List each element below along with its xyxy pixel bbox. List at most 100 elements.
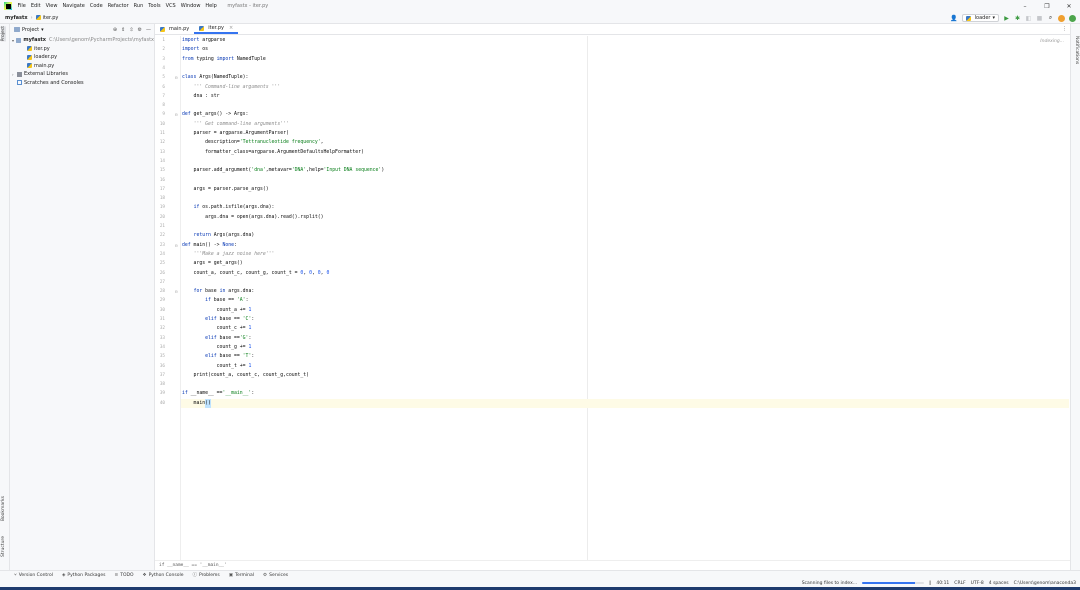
- menu-tools[interactable]: Tools: [146, 3, 163, 9]
- line-number: 1: [162, 38, 165, 43]
- indent-setting[interactable]: 4 spaces: [989, 581, 1009, 586]
- code-line: args.dna = open(args.dna).read().rsplit(…: [182, 214, 324, 220]
- code-breadcrumb[interactable]: if __name__ == '__main__': [155, 560, 1070, 570]
- tool-tab-project[interactable]: Project: [1, 26, 6, 42]
- line-separator[interactable]: CRLF: [954, 581, 965, 586]
- restore-button[interactable]: ❐: [1036, 0, 1058, 12]
- line-number: 11: [159, 131, 165, 136]
- breadcrumb-project[interactable]: myfastx: [5, 15, 28, 21]
- menu-vcs[interactable]: VCS: [163, 3, 178, 9]
- tool-services[interactable]: ⚙ Services: [263, 573, 288, 578]
- tree-item-scratches[interactable]: Scratches and Consoles: [10, 79, 154, 88]
- tree-item-iter[interactable]: iter.py: [10, 45, 154, 54]
- python-file-icon: [27, 63, 32, 69]
- run-icon[interactable]: ▶: [1003, 15, 1010, 22]
- tree-root[interactable]: ▾ myfastx C:\Users\genom\PycharmProjects…: [10, 36, 154, 45]
- menu-run[interactable]: Run: [131, 3, 146, 9]
- fold-marker-icon[interactable]: ⊟: [175, 112, 177, 117]
- collapse-all-icon[interactable]: ⇕: [121, 27, 125, 33]
- tool-todo[interactable]: ≡ TODO: [114, 573, 133, 578]
- coverage-icon[interactable]: ◧: [1025, 15, 1032, 22]
- code-line: count_a, count_c, count_g, count_t = 0, …: [182, 270, 330, 276]
- menu-code[interactable]: Code: [87, 3, 105, 9]
- code-line: ''' Get command-line arguments''': [193, 121, 289, 127]
- locate-icon[interactable]: ⊕: [113, 27, 117, 33]
- tool-version-control[interactable]: ⑂ Version Control: [14, 572, 53, 579]
- gear-icon[interactable]: ⚙: [138, 27, 142, 33]
- python-file-icon: [160, 26, 165, 32]
- menu-edit[interactable]: Edit: [28, 3, 43, 9]
- python-file-icon: [199, 25, 205, 31]
- tab-main-py[interactable]: main.py: [155, 24, 194, 34]
- line-number: 22: [159, 233, 165, 239]
- tab-iter-py[interactable]: iter.py ×: [194, 24, 239, 34]
- close-window-button[interactable]: ✕: [1058, 0, 1080, 12]
- pycharm-logo-icon: [4, 2, 12, 10]
- more-options-icon[interactable]: ⋮: [1062, 26, 1067, 32]
- line-number: 18: [159, 196, 165, 202]
- tool-terminal[interactable]: ▣ Terminal: [229, 573, 254, 578]
- tool-tab-bookmarks[interactable]: Bookmarks: [1, 496, 6, 521]
- line-gutter: 1 2 3 4 5 ⊟ 6 7 8 9 ⊟ 10 11 12 13 14 15 16 17 18 19 20 21 22 23 ⊟…: [155, 36, 181, 560]
- line-number: 13: [159, 149, 165, 155]
- code-line: description='Tettranucleotide frequency'…: [182, 140, 324, 146]
- project-tree: ▾ myfastx C:\Users\genom\PycharmProjects…: [10, 35, 154, 87]
- code-line: if base == 'A':: [205, 298, 249, 304]
- tree-item-label: External Libraries: [24, 71, 68, 78]
- account-avatar[interactable]: [1058, 14, 1065, 22]
- code-line: elif base == 'C':: [205, 317, 255, 322]
- menu-bar: File Edit View Navigate Code Refactor Ru…: [0, 0, 1080, 12]
- code-line: formatter_class=argparse.ArgumentDefault…: [182, 149, 364, 155]
- tool-problems[interactable]: ⓘ Problems: [192, 572, 220, 579]
- menu-refactor[interactable]: Refactor: [105, 3, 131, 9]
- project-panel-title[interactable]: Project: [22, 27, 39, 33]
- file-encoding[interactable]: UTF-8: [971, 581, 984, 586]
- line-number: 4: [162, 65, 165, 71]
- tool-python-packages[interactable]: ◈ Python Packages: [62, 573, 106, 578]
- problems-icon: ⓘ: [192, 573, 198, 578]
- tool-label: Problems: [199, 572, 220, 578]
- line-number: 7: [162, 93, 165, 99]
- tool-python-console[interactable]: ❖ Python Console: [143, 573, 184, 578]
- tool-tab-structure[interactable]: Structure: [1, 536, 6, 557]
- user-icon[interactable]: 👤: [950, 15, 957, 22]
- tree-item-main[interactable]: main.py: [10, 62, 154, 71]
- caret-position[interactable]: 40:11: [936, 581, 949, 586]
- code-line: import argparse: [182, 38, 226, 43]
- search-icon[interactable]: ⌕: [1047, 14, 1054, 22]
- line-number: 8: [162, 103, 165, 109]
- code-line: args = parser.parse_args(): [182, 186, 269, 192]
- fold-marker-icon[interactable]: ⊟: [175, 289, 177, 294]
- tree-item-external-libraries[interactable]: › External Libraries: [10, 70, 154, 79]
- window-controls: – ❐ ✕: [1014, 0, 1080, 12]
- chevron-down-icon[interactable]: ▾: [41, 27, 44, 33]
- menu-navigate[interactable]: Navigate: [60, 3, 87, 9]
- left-tool-strip: Project Bookmarks Structure: [0, 24, 10, 570]
- stop-icon[interactable]: ■: [1036, 15, 1043, 22]
- pause-icon[interactable]: ‖: [929, 581, 931, 586]
- menu-window[interactable]: Window: [178, 3, 203, 9]
- debug-icon[interactable]: ✱: [1014, 15, 1021, 22]
- fold-marker-icon[interactable]: ⊟: [175, 75, 177, 80]
- update-icon[interactable]: [1069, 14, 1076, 22]
- fold-marker-icon[interactable]: ⊟: [175, 243, 177, 248]
- run-config-selector[interactable]: loader ▾: [961, 14, 999, 22]
- tool-tab-notifications[interactable]: Notifications: [1074, 36, 1079, 64]
- code-line: parser.add_argument('dna',metavar='DNA',…: [182, 168, 385, 174]
- menu-file[interactable]: File: [15, 3, 28, 9]
- library-icon: [17, 71, 22, 77]
- background-task-label[interactable]: Scanning files to index...: [802, 581, 857, 586]
- breadcrumb-file[interactable]: iter.py: [35, 15, 58, 21]
- tree-item-loader[interactable]: loader.py: [10, 53, 154, 62]
- python-interpreter[interactable]: C:\Users\genom\anaconda3: [1014, 581, 1076, 586]
- minimize-button[interactable]: –: [1014, 0, 1036, 12]
- code-area[interactable]: import argparse import os from typing im…: [181, 36, 1069, 560]
- expand-icon[interactable]: ⇳: [129, 27, 133, 33]
- menu-view[interactable]: View: [43, 3, 60, 9]
- hide-icon[interactable]: —: [146, 27, 151, 33]
- close-tab-icon[interactable]: ×: [229, 25, 233, 31]
- indexing-progress-fill: [862, 581, 915, 585]
- project-panel-tools: ⊕ ⇕ ⇳ ⚙ —: [113, 24, 151, 35]
- code-line: if __name__ =='__main__':: [182, 391, 255, 397]
- menu-help[interactable]: Help: [203, 3, 219, 9]
